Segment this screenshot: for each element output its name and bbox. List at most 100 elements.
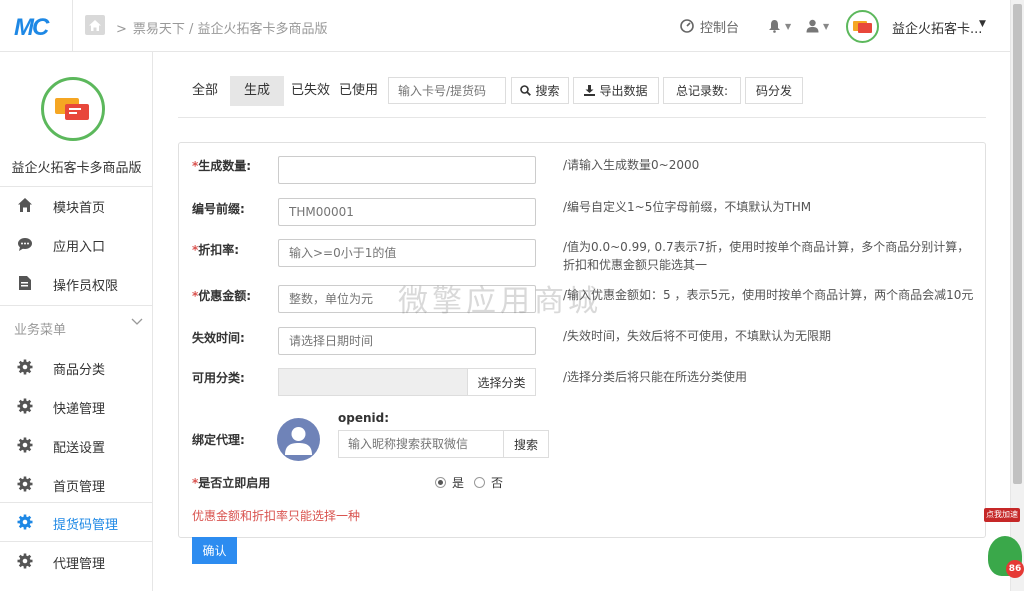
discount-field[interactable]: [278, 239, 536, 267]
sidebar-item-label: 首页管理: [53, 480, 106, 495]
agent-avatar: [277, 418, 320, 461]
dashboard-link[interactable]: 控制台: [680, 0, 739, 52]
warning-text: 优惠金额和折扣率只能选择一种: [192, 509, 361, 523]
quantity-label: *生成数量:: [192, 159, 252, 173]
chevron-right-icon: >: [116, 22, 127, 37]
export-button-label: 导出数据: [599, 84, 648, 98]
prefix-hint: /编号自定义1~5位字母前缀，不填默认为THM: [563, 200, 812, 214]
expire-hint: /失效时间，失效后将不可使用，不填默认为无限期: [563, 329, 832, 343]
gear-icon: [17, 476, 33, 492]
gear-icon: [17, 514, 33, 530]
prefix-label: 编号前缀:: [192, 202, 245, 216]
nickname-search-input[interactable]: [338, 430, 504, 458]
chevron-down-icon[interactable]: [131, 316, 143, 329]
gear-icon: [17, 359, 33, 375]
bell-icon: [769, 20, 780, 33]
breadcrumb: > 票易天下 / 益企火拓客卡多商品版: [116, 18, 328, 37]
sidebar-item-category[interactable]: 商品分类: [0, 348, 153, 386]
account-name[interactable]: 益企火拓客卡...: [892, 18, 982, 37]
tab-used[interactable]: 已使用: [339, 76, 378, 106]
enable-yes-radio[interactable]: 是: [435, 474, 464, 491]
caret-down-icon: ▼: [785, 21, 792, 31]
sidebar-item-label: 应用入口: [53, 240, 106, 255]
sidebar-divider: [0, 305, 153, 306]
page-scrollbar[interactable]: [1010, 0, 1024, 591]
search-icon: [520, 85, 532, 96]
expire-label: 失效时间:: [192, 331, 245, 345]
discount-label: *折扣率:: [192, 243, 240, 257]
export-button[interactable]: 导出数据: [573, 77, 659, 104]
toolbar-divider: [178, 117, 986, 118]
document-icon: [19, 276, 31, 290]
caret-down-icon: ▼: [823, 21, 830, 31]
coupon-label: *优惠金额:: [192, 289, 252, 303]
home-icon[interactable]: [85, 15, 105, 35]
expire-datetime-field[interactable]: [278, 327, 536, 355]
speed-up-caption: 点我加速: [984, 508, 1020, 522]
sidebar-group-label[interactable]: 业务菜单: [14, 319, 66, 338]
logo-divider: [72, 0, 73, 52]
gear-icon: [17, 437, 33, 453]
coupon-hint: /输入优惠金额如：5 ，表示5元，使用时按单个商品计算，两个商品会减10元: [563, 288, 974, 302]
search-button[interactable]: 搜索: [511, 77, 569, 104]
agent-label: 绑定代理:: [192, 433, 245, 447]
notification-button[interactable]: ▼: [768, 0, 791, 52]
home-icon: [18, 198, 32, 212]
sidebar-item-label: 配送设置: [53, 441, 106, 456]
sidebar-item-agent[interactable]: 代理管理: [0, 542, 153, 580]
category-hint: /选择分类后将只能在所选分类使用: [563, 370, 748, 384]
module-logo: [41, 77, 105, 141]
tab-all[interactable]: 全部: [192, 76, 218, 106]
account-avatar[interactable]: [846, 10, 879, 43]
confirm-button[interactable]: 确认: [192, 537, 237, 564]
distribute-button[interactable]: 码分发: [745, 77, 803, 104]
sidebar-item-homepage[interactable]: 首页管理: [0, 465, 153, 503]
sidebar-item-label: 模块首页: [53, 201, 106, 216]
user-menu-button[interactable]: ▼: [806, 0, 829, 52]
select-category-button[interactable]: 选择分类: [467, 368, 536, 396]
sidebar-item-express[interactable]: 快递管理: [0, 387, 153, 425]
nickname-search-button[interactable]: 搜索: [503, 430, 549, 458]
chat-icon: [18, 238, 32, 251]
coupon-field[interactable]: [278, 285, 536, 313]
sidebar-item-operator[interactable]: 操作员权限: [0, 264, 153, 302]
enable-label: *是否立即启用: [192, 476, 271, 490]
download-icon: [584, 85, 596, 96]
sidebar-item-label: 快递管理: [53, 402, 106, 417]
discount-hint: /值为0.0~0.99, 0.7表示7折，使用时按单个商品计算，多个商品分别计算…: [563, 240, 970, 272]
module-title: 益企火拓客卡多商品版: [11, 161, 142, 176]
top-bar: MC > 票易天下 / 益企火拓客卡多商品版 控制台 ▼ ▼ 益企火拓客卡... …: [0, 0, 1010, 52]
breadcrumb-text[interactable]: 票易天下 / 益企火拓客卡多商品版: [133, 22, 328, 37]
gear-icon: [17, 553, 33, 569]
radio-unchecked-icon: [474, 477, 485, 488]
sidebar: 益企火拓客卡多商品版 模块首页 应用入口 操作员权限 业务菜单 商品分类 快递管…: [0, 52, 153, 591]
sidebar-item-home[interactable]: 模块首页: [0, 186, 153, 224]
quantity-field[interactable]: [278, 156, 536, 184]
category-display: [278, 368, 468, 396]
sidebar-item-label: 操作员权限: [53, 279, 119, 294]
sidebar-item-label: 代理管理: [53, 557, 106, 572]
search-input[interactable]: [388, 77, 506, 104]
prefix-field[interactable]: [278, 198, 536, 226]
sidebar-item-app-entry[interactable]: 应用入口: [0, 225, 153, 263]
user-icon: [806, 19, 819, 33]
gear-icon: [17, 398, 33, 414]
category-label: 可用分类:: [192, 371, 245, 385]
tab-expired[interactable]: 已失效: [291, 76, 330, 106]
speed-up-widget[interactable]: 点我加速 86: [982, 506, 1024, 591]
search-button-label: 搜索: [535, 84, 560, 98]
scrollbar-thumb[interactable]: [1013, 4, 1022, 484]
sidebar-item-delivery[interactable]: 配送设置: [0, 426, 153, 464]
sidebar-item-label: 提货码管理: [53, 518, 119, 533]
openid-label: openid:: [338, 411, 390, 425]
enable-no-radio[interactable]: 否: [474, 474, 503, 491]
speed-up-count: 86: [1006, 560, 1024, 578]
caret-down-icon[interactable]: ▼: [979, 19, 986, 29]
sidebar-item-pickup-code[interactable]: 提货码管理: [0, 503, 153, 541]
radio-checked-icon: [435, 477, 446, 488]
quantity-hint: /请输入生成数量0~2000: [563, 158, 700, 172]
gauge-icon: [680, 19, 694, 33]
tab-generate[interactable]: 生成: [230, 76, 285, 106]
app-logo[interactable]: MC: [14, 14, 49, 42]
dashboard-label: 控制台: [700, 20, 740, 36]
